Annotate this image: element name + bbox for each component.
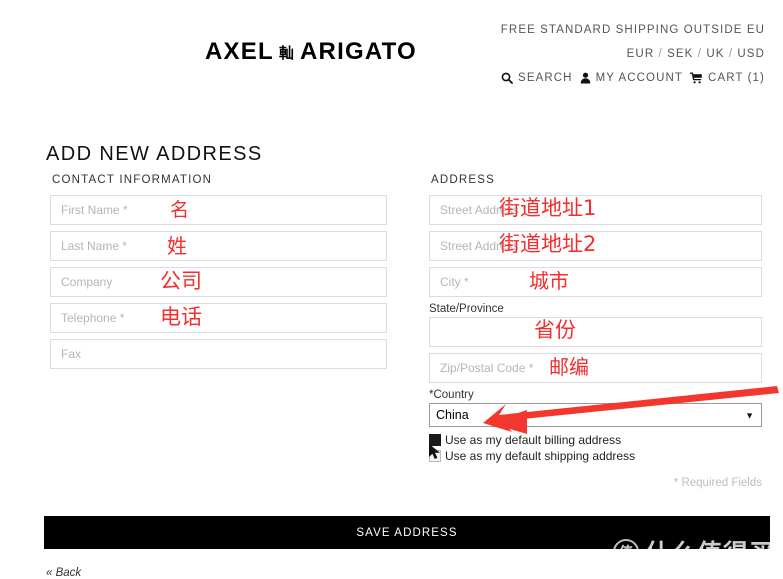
logo-mark-icon: 軕: [278, 44, 296, 62]
currency-uk[interactable]: UK: [706, 48, 724, 60]
search-icon: [501, 72, 513, 84]
fax-input[interactable]: [50, 339, 387, 369]
currency-separator-2: /: [697, 48, 703, 60]
state-province-label: State/Province: [429, 303, 504, 315]
search-nav-item[interactable]: SEARCH: [501, 72, 573, 84]
street-address-2-input[interactable]: [429, 231, 762, 261]
account-label: MY ACCOUNT: [595, 72, 684, 84]
page-title: ADD NEW ADDRESS: [46, 143, 263, 166]
account-nav-item[interactable]: MY ACCOUNT: [580, 72, 683, 84]
default-billing-row[interactable]: Use as my default billing address: [429, 433, 762, 447]
save-address-button[interactable]: SAVE ADDRESS: [44, 516, 770, 549]
logo-text-left: AXEL: [205, 38, 274, 65]
country-label: *Country: [429, 389, 474, 401]
required-fields-note: * Required Fields: [673, 477, 762, 489]
site-logo[interactable]: AXEL 軕 ARIGATO: [205, 38, 417, 66]
country-field-wrap: China ▼: [429, 403, 762, 427]
currency-eur[interactable]: EUR: [627, 48, 655, 60]
currency-usd[interactable]: USD: [737, 48, 765, 60]
currency-separator-3: /: [728, 48, 734, 60]
cart-label: CART (1): [708, 72, 765, 84]
mouse-cursor: [429, 444, 440, 459]
save-address-label: SAVE ADDRESS: [356, 526, 458, 539]
address-section: ADDRESS 街道地址1 街道地址2 城市 State/Province 省份…: [429, 174, 762, 489]
last-name-input[interactable]: [50, 231, 387, 261]
street-address-1-input[interactable]: [429, 195, 762, 225]
currency-separator-1: /: [658, 48, 663, 60]
state-province-field-wrap: 省份: [429, 317, 762, 347]
first-name-field-wrap: 名: [50, 195, 387, 225]
fax-field-wrap: [50, 339, 387, 369]
default-shipping-label: Use as my default shipping address: [445, 449, 636, 463]
first-name-input[interactable]: [50, 195, 387, 225]
street-address-2-field-wrap: 街道地址2: [429, 231, 762, 261]
address-form-page: AXEL 軕 ARIGATO FREE STANDARD SHIPPING OUTS…: [0, 0, 783, 579]
street-address-1-field-wrap: 街道地址1: [429, 195, 762, 225]
user-icon: [580, 72, 590, 84]
cart-nav-item[interactable]: CART (1): [690, 72, 765, 84]
cart-icon: [690, 72, 702, 84]
zip-input[interactable]: [429, 353, 762, 383]
last-name-field-wrap: 姓: [50, 231, 387, 261]
address-section-heading: ADDRESS: [431, 174, 495, 186]
telephone-input[interactable]: [50, 303, 387, 333]
company-input[interactable]: [50, 267, 387, 297]
country-select[interactable]: China: [429, 403, 762, 427]
currency-switcher[interactable]: EUR / SEK / UK / USD: [627, 48, 765, 60]
logo-text-right: ARIGATO: [300, 38, 417, 65]
city-field-wrap: 城市: [429, 267, 762, 297]
back-link[interactable]: « Back: [46, 567, 81, 579]
search-label: SEARCH: [518, 72, 573, 84]
shipping-promo-text: FREE STANDARD SHIPPING OUTSIDE EU: [500, 24, 765, 36]
company-field-wrap: 公司: [50, 267, 387, 297]
telephone-field-wrap: 电话: [50, 303, 387, 333]
default-shipping-row[interactable]: Use as my default shipping address: [429, 449, 762, 463]
default-billing-label: Use as my default billing address: [445, 433, 622, 447]
city-input[interactable]: [429, 267, 762, 297]
currency-sek[interactable]: SEK: [667, 48, 693, 60]
contact-section-heading: CONTACT INFORMATION: [52, 174, 213, 186]
contact-information-section: CONTACT INFORMATION 名 姓 公司 电话: [50, 174, 387, 375]
zip-field-wrap: 邮编: [429, 353, 762, 383]
header-nav: SEARCH MY ACCOUNT CART (1): [501, 72, 765, 84]
state-province-input[interactable]: [429, 317, 762, 347]
